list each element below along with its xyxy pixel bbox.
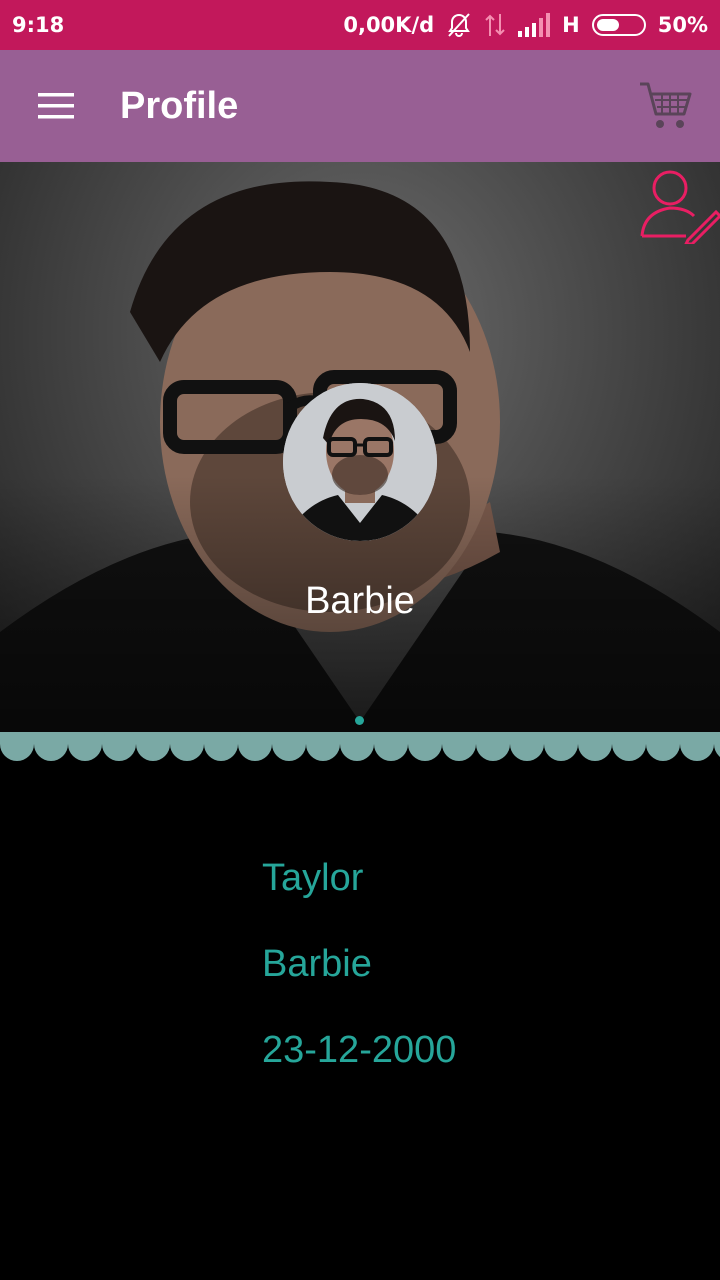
scallop — [170, 732, 204, 761]
scallop — [102, 732, 136, 761]
scallop — [68, 732, 102, 761]
network-type: H — [562, 13, 580, 37]
scallop — [408, 732, 442, 761]
scallop — [204, 732, 238, 761]
scallop — [272, 732, 306, 761]
scallop — [544, 732, 578, 761]
profile-display-name: Barbie — [305, 580, 415, 622]
profile-cover: Barbie — [0, 162, 720, 732]
pager-indicator-dot — [355, 716, 364, 725]
app-bar: Profile — [0, 50, 720, 162]
page-title: Profile — [120, 84, 239, 127]
scallop — [680, 732, 714, 761]
profile-details: Taylor Barbie 23-12-2000 — [262, 850, 456, 1108]
battery-icon — [591, 14, 646, 36]
scallop — [612, 732, 646, 761]
avatar[interactable] — [283, 383, 437, 541]
date-of-birth-value: 23-12-2000 — [262, 1029, 457, 1071]
scallop — [340, 732, 374, 761]
cart-icon[interactable] — [630, 70, 702, 142]
status-icons: 0,00K/d H 50% — [343, 12, 708, 38]
scallop — [476, 732, 510, 761]
scallop — [238, 732, 272, 761]
first-name-value: Taylor — [262, 857, 364, 899]
hamburger-menu-icon[interactable] — [0, 50, 112, 162]
scallop-divider — [0, 732, 720, 761]
scallop — [510, 732, 544, 761]
status-time: 9:18 — [12, 13, 65, 37]
scallop — [578, 732, 612, 761]
scallop — [442, 732, 476, 761]
battery-fill — [596, 19, 619, 31]
last-name-value: Barbie — [262, 943, 372, 985]
scallop — [646, 732, 680, 761]
edit-profile-icon[interactable] — [636, 164, 720, 246]
network-speed: 0,00K/d — [343, 13, 435, 37]
scallop — [0, 732, 34, 761]
scallop — [374, 732, 408, 761]
scallop — [136, 732, 170, 761]
data-transfer-icon — [484, 12, 506, 38]
bell-off-icon — [446, 12, 472, 38]
battery-percent: 50% — [657, 13, 708, 37]
signal-icon — [518, 13, 551, 37]
scallop — [306, 732, 340, 761]
scallop — [34, 732, 68, 761]
status-bar: 9:18 0,00K/d H 50% — [0, 0, 720, 50]
